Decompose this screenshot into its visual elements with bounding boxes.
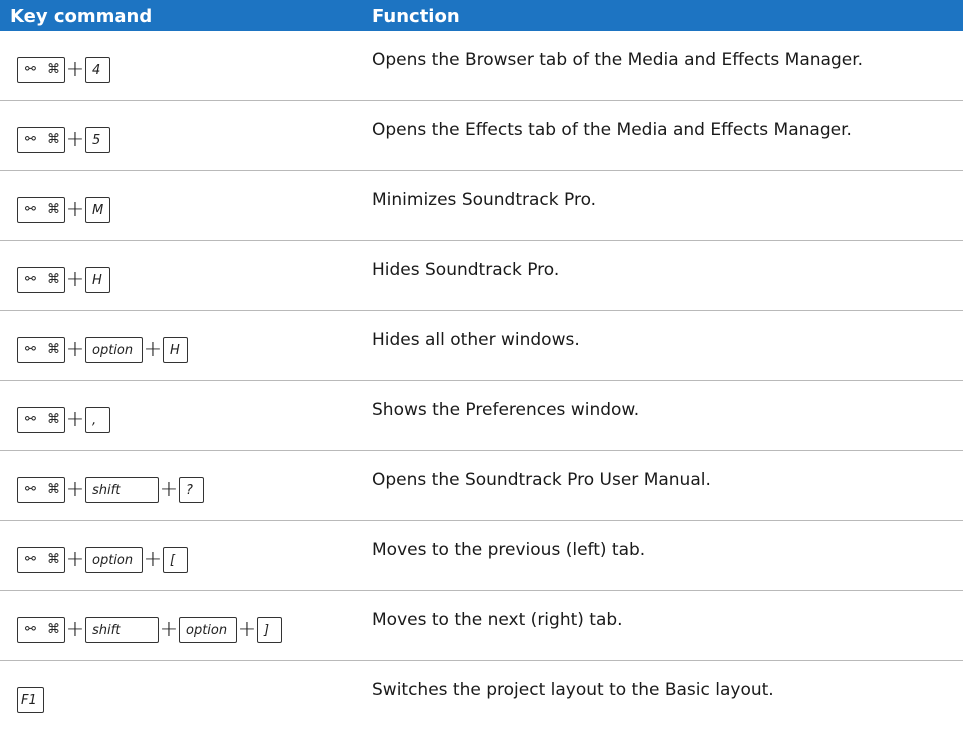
key-cap: 4 (85, 57, 110, 83)
plus-sign: + (237, 617, 257, 642)
function-text: Moves to the next (right) tab. (372, 610, 623, 630)
key-cap: , (85, 407, 110, 433)
command-key: ⚯ ⌘ (17, 547, 65, 573)
key-cap: option (85, 337, 143, 363)
plus-sign: + (159, 477, 179, 502)
row-divider (0, 240, 963, 241)
command-key: ⚯ ⌘ (17, 127, 65, 153)
command-icon: ⌘ (47, 482, 60, 497)
command-key: ⚯ ⌘ (17, 407, 65, 433)
key-combo: ⚯ ⌘ + shift + option + ] (17, 616, 282, 644)
header-function: Function (372, 6, 460, 27)
key-combo: ⚯ ⌘ + , (17, 406, 110, 434)
function-text: Opens the Browser tab of the Media and E… (372, 50, 864, 70)
apple-icon: ⚯ (25, 62, 36, 77)
key-cap: F1 (17, 687, 44, 713)
function-text: Moves to the previous (left) tab. (372, 540, 646, 560)
row-divider (0, 310, 963, 311)
key-cap: 5 (85, 127, 110, 153)
key-cap: ? (179, 477, 204, 503)
plus-sign: + (159, 617, 179, 642)
command-key: ⚯ ⌘ (17, 337, 65, 363)
apple-icon: ⚯ (25, 272, 36, 287)
key-combo: ⚯ ⌘ + H (17, 266, 110, 294)
key-cap: option (179, 617, 237, 643)
row-divider (0, 100, 963, 101)
command-key: ⚯ ⌘ (17, 477, 65, 503)
function-text: Minimizes Soundtrack Pro. (372, 190, 597, 210)
function-text: Shows the Preferences window. (372, 400, 640, 420)
key-cap: shift (85, 617, 159, 643)
function-text: Hides all other windows. (372, 330, 580, 350)
table-row: ⚯ ⌘ + shift + ? Opens the Soundtrack Pro … (0, 462, 963, 533)
apple-icon: ⚯ (25, 622, 36, 637)
command-key: ⚯ ⌘ (17, 267, 65, 293)
key-combo: ⚯ ⌘ + 5 (17, 126, 110, 154)
table-row: ⚯ ⌘ + 4 Opens the Browser tab of the Medi… (0, 42, 963, 113)
command-key: ⚯ ⌘ (17, 617, 65, 643)
table-row: ⚯ ⌘ + option + [ Moves to the previous (l… (0, 532, 963, 603)
command-icon: ⌘ (47, 552, 60, 567)
table-row: ⚯ ⌘ + shift + option + ] Moves to the nex… (0, 602, 963, 673)
key-combo: ⚯ ⌘ + option + H (17, 336, 188, 364)
plus-sign: + (143, 337, 163, 362)
command-icon: ⌘ (47, 62, 60, 77)
apple-icon: ⚯ (25, 412, 36, 427)
table-row: ⚯ ⌘ + H Hides Soundtrack Pro. (0, 252, 963, 323)
plus-sign: + (65, 477, 85, 502)
key-cap: M (85, 197, 110, 223)
row-divider (0, 660, 963, 661)
function-text: Opens the Soundtrack Pro User Manual. (372, 470, 711, 490)
table-row: ⚯ ⌘ + M Minimizes Soundtrack Pro. (0, 182, 963, 253)
plus-sign: + (65, 617, 85, 642)
table-row: ⚯ ⌘ + option + H Hides all other windows. (0, 322, 963, 393)
apple-icon: ⚯ (25, 552, 36, 567)
plus-sign: + (65, 337, 85, 362)
plus-sign: + (65, 547, 85, 572)
key-combo: F1 (17, 686, 44, 714)
row-divider (0, 450, 963, 451)
header-key-command: Key command (10, 6, 153, 27)
key-combo: ⚯ ⌘ + M (17, 196, 110, 224)
key-cap: H (85, 267, 110, 293)
key-cap: shift (85, 477, 159, 503)
table-row: ⚯ ⌘ + 5 Opens the Effects tab of the Medi… (0, 112, 963, 183)
command-key: ⚯ ⌘ (17, 57, 65, 83)
plus-sign: + (65, 267, 85, 292)
command-icon: ⌘ (47, 622, 60, 637)
table-row: ⚯ ⌘ + , Shows the Preferences window. (0, 392, 963, 463)
function-text: Hides Soundtrack Pro. (372, 260, 560, 280)
plus-sign: + (65, 57, 85, 82)
apple-icon: ⚯ (25, 342, 36, 357)
function-text: Switches the project layout to the Basic… (372, 680, 774, 700)
plus-sign: + (65, 197, 85, 222)
command-icon: ⌘ (47, 412, 60, 427)
row-divider (0, 590, 963, 591)
apple-icon: ⚯ (25, 482, 36, 497)
row-divider (0, 380, 963, 381)
key-cap: H (163, 337, 188, 363)
table-header: Key command Function (0, 0, 963, 31)
table-row: F1 Switches the project layout to the Ba… (0, 672, 963, 743)
command-icon: ⌘ (47, 132, 60, 147)
plus-sign: + (143, 547, 163, 572)
row-divider (0, 520, 963, 521)
key-combo: ⚯ ⌘ + shift + ? (17, 476, 204, 504)
apple-icon: ⚯ (25, 132, 36, 147)
command-key: ⚯ ⌘ (17, 197, 65, 223)
command-icon: ⌘ (47, 342, 60, 357)
plus-sign: + (65, 127, 85, 152)
row-divider (0, 170, 963, 171)
key-combo: ⚯ ⌘ + option + [ (17, 546, 188, 574)
command-icon: ⌘ (47, 202, 60, 217)
key-cap: option (85, 547, 143, 573)
key-cap: ] (257, 617, 282, 643)
function-text: Opens the Effects tab of the Media and E… (372, 120, 852, 140)
apple-icon: ⚯ (25, 202, 36, 217)
plus-sign: + (65, 407, 85, 432)
key-combo: ⚯ ⌘ + 4 (17, 56, 110, 84)
command-icon: ⌘ (47, 272, 60, 287)
key-cap: [ (163, 547, 188, 573)
